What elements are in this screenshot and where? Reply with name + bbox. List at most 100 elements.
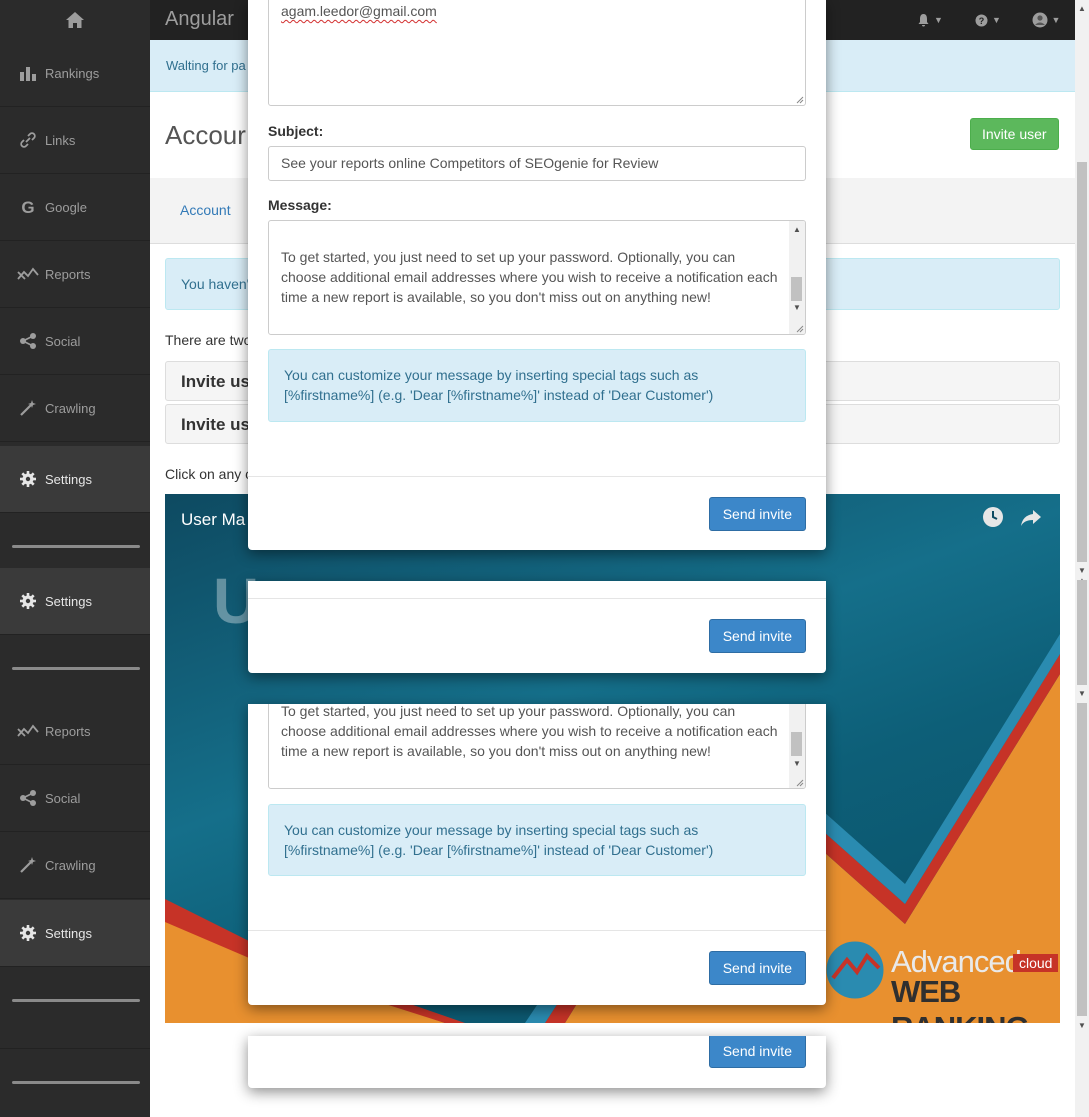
bar-chart-icon	[17, 62, 39, 84]
sidebar-item-settings[interactable]: Settings	[0, 446, 150, 513]
scroll-up-icon[interactable]: ▲	[1078, 4, 1086, 13]
sidebar-item-label: Settings	[45, 593, 92, 609]
invite-description: There are two	[165, 332, 252, 348]
help-dropdown[interactable]: ? ▼	[959, 0, 1017, 40]
message-textarea[interactable]: To get started, you just need to set up …	[268, 704, 806, 789]
video-title: User Ma	[181, 510, 246, 529]
message-textarea[interactable]: To get started, you just need to set up …	[268, 220, 806, 335]
avatar-icon	[1032, 12, 1048, 28]
subject-input[interactable]: See your reports online Competitors of S…	[268, 146, 806, 181]
sidebar-divider	[12, 999, 140, 1002]
sidebar-item-label: Google	[45, 199, 87, 215]
bell-icon	[918, 14, 929, 27]
scroll-thumb[interactable]	[1077, 580, 1087, 685]
home-icon	[66, 12, 84, 28]
share-icon	[17, 787, 39, 809]
sidebar-item-label: Reports	[45, 723, 91, 739]
scroll-down-icon[interactable]: ▼	[793, 760, 801, 768]
sidebar-spacer	[0, 1048, 150, 1049]
reports-icon	[17, 263, 39, 285]
sidebar-item-social[interactable]: Social	[0, 765, 150, 832]
resize-handle-icon[interactable]	[794, 777, 804, 787]
sidebar-divider	[12, 667, 140, 670]
wand-icon	[17, 397, 39, 419]
sidebar-item-settings[interactable]: Settings	[0, 568, 150, 635]
send-invite-button[interactable]: Send invite	[708, 497, 806, 531]
sidebar-item-crawling[interactable]: Crawling	[0, 832, 150, 899]
sidebar-item-label: Social	[45, 790, 81, 806]
logo-web-ranking: WEB RANKING	[891, 974, 1030, 1023]
sidebar-item-reports[interactable]: Reports	[0, 241, 150, 308]
chevron-down-icon: ▼	[992, 15, 1001, 25]
message-text: To get started, you just need to set up …	[281, 249, 778, 305]
awr-logo-globe	[823, 938, 887, 1002]
resize-handle-icon[interactable]	[794, 323, 804, 333]
scroll-down-icon[interactable]: ▼	[1078, 689, 1086, 698]
sidebar-item-google[interactable]: G Google	[0, 174, 150, 241]
user-dropdown[interactable]: ▼	[1017, 0, 1075, 40]
invite-modal: Send invite	[248, 581, 826, 673]
invite-user-button[interactable]: Invite user	[970, 118, 1059, 150]
modal-footer: Send invite	[248, 476, 826, 550]
google-icon: G	[17, 196, 39, 218]
sidebar-divider	[12, 1081, 140, 1084]
modal-footer: Send invite	[248, 598, 826, 673]
scroll-down-icon[interactable]: ▼	[1078, 566, 1086, 575]
wand-icon	[17, 854, 39, 876]
invite-modal: agam.leedor@gmail.com Subject: See your …	[248, 0, 826, 550]
share-icon	[17, 330, 39, 352]
tab-account[interactable]: Account	[180, 202, 231, 218]
sidebar-item-label: Reports	[45, 266, 91, 282]
customize-hint: You can customize your message by insert…	[268, 804, 806, 876]
send-invite-button[interactable]: Send invite	[708, 619, 806, 653]
sidebar-item-label: Crawling	[45, 857, 96, 873]
resize-handle-icon[interactable]	[794, 94, 804, 104]
chevron-down-icon: ▼	[1051, 15, 1061, 25]
sidebar-item-label: Settings	[45, 471, 92, 487]
invite-modal: Send invite	[248, 1036, 826, 1088]
recipients-textarea[interactable]: agam.leedor@gmail.com	[268, 0, 806, 106]
sidebar: Rankings Links G Google Reports Social C…	[0, 40, 150, 1117]
sidebar-item-crawling[interactable]: Crawling	[0, 375, 150, 442]
sidebar-item-label: Rankings	[45, 65, 100, 81]
sidebar-item-rankings[interactable]: Rankings	[0, 40, 150, 107]
share-arrow-icon[interactable]	[1020, 506, 1042, 528]
send-invite-button[interactable]: Send invite	[708, 1036, 806, 1068]
message-text: To get started, you just need to set up …	[281, 704, 778, 759]
logo-cloud-badge: cloud	[1013, 954, 1059, 972]
gear-icon	[17, 590, 39, 612]
scroll-down-icon[interactable]: ▼	[793, 304, 801, 312]
app-brand[interactable]: Angular	[165, 8, 234, 31]
message-scrollbar[interactable]: ▼	[789, 704, 805, 788]
clock-icon[interactable]	[982, 506, 1004, 528]
scroll-thumb[interactable]	[791, 277, 802, 301]
sidebar-item-links[interactable]: Links	[0, 107, 150, 174]
recipient-email: agam.leedor@gmail.com	[281, 3, 437, 19]
reports-icon	[17, 720, 39, 742]
sidebar-item-reports[interactable]: Reports	[0, 698, 150, 765]
sidebar-item-label: Social	[45, 333, 81, 349]
scroll-down-icon[interactable]: ▼	[1078, 1021, 1086, 1030]
link-icon	[17, 129, 39, 151]
sidebar-item-label: Settings	[45, 925, 92, 941]
message-label: Message:	[268, 197, 332, 213]
notifications-dropdown[interactable]: ▼	[901, 0, 959, 40]
modal-footer: Send invite	[248, 930, 826, 1005]
svg-text:G: G	[21, 198, 34, 216]
scroll-up-icon[interactable]: ▲	[793, 226, 801, 234]
home-button[interactable]	[0, 0, 150, 40]
subject-label: Subject:	[268, 123, 324, 139]
message-scrollbar[interactable]: ▲ ▼	[789, 221, 805, 334]
invite-modal: To get started, you just need to set up …	[248, 704, 826, 1005]
sidebar-item-settings[interactable]: Settings	[0, 900, 150, 967]
page-scrollbar[interactable]: ▲ ▼ ▲ ▼ ▼	[1075, 0, 1089, 1117]
gear-icon	[17, 468, 39, 490]
sidebar-item-label: Crawling	[45, 400, 96, 416]
scroll-thumb[interactable]	[1077, 162, 1087, 562]
gear-icon	[17, 922, 39, 944]
scroll-thumb[interactable]	[1077, 703, 1087, 1016]
send-invite-button[interactable]: Send invite	[708, 951, 806, 985]
scroll-thumb[interactable]	[791, 732, 802, 756]
sidebar-item-social[interactable]: Social	[0, 308, 150, 375]
customize-hint: You can customize your message by insert…	[268, 349, 806, 422]
